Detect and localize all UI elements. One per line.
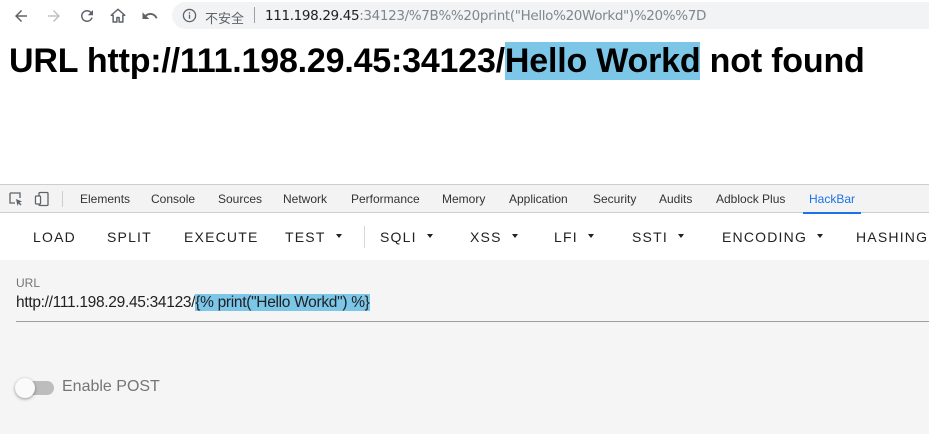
hackbar-body: URL http://111.198.29.45:34123/{% print(… [0, 260, 929, 434]
ssti-label: SSTI [632, 229, 668, 245]
tab-security[interactable]: Security [593, 185, 636, 213]
url-selected-text: {% print("Hello Workd") %} [195, 294, 370, 311]
xss-label: XSS [470, 229, 502, 245]
lfi-dropdown-icon [587, 234, 594, 239]
inspect-element-icon[interactable] [8, 191, 24, 207]
heading-highlight: Hello Workd [504, 42, 701, 80]
address-url[interactable]: 111.198.29.45:34123/%7B%%20print("Hello%… [265, 8, 706, 24]
address-bar[interactable]: 不安全 111.198.29.45:34123/%7B%%20print("He… [172, 2, 929, 29]
xss-dropdown-icon [511, 234, 518, 239]
devtools-tab-bar: Elements Console Sources Network Perform… [0, 185, 929, 214]
tab-elements[interactable]: Elements [80, 185, 130, 213]
hashing-menu[interactable]: HASHING [856, 229, 928, 245]
heading-prefix: URL http://111.198.29.45:34123/ [9, 42, 505, 80]
url-value: http://111.198.29.45:34123/ [16, 294, 196, 311]
test-dropdown-icon [335, 234, 342, 239]
url-path: :34123/%7B%%20print("Hello%20Workd")%20%… [359, 8, 707, 24]
back-button[interactable] [9, 4, 33, 28]
url-field-underline [16, 321, 929, 322]
hackbar-toolbar: LOAD SPLIT EXECUTE TEST SQLI XSS LFI SST… [0, 214, 929, 260]
enable-post-label[interactable]: Enable POST [62, 378, 160, 396]
url-field-label: URL [16, 276, 41, 290]
url-textarea[interactable]: http://111.198.29.45:34123/{% print("Hel… [16, 294, 370, 312]
undo-icon [142, 12, 158, 19]
home-button[interactable] [106, 4, 130, 28]
sqli-menu[interactable]: SQLI [380, 229, 433, 245]
heading-suffix: not found [700, 42, 865, 80]
tab-audits[interactable]: Audits [659, 185, 692, 213]
tab-adblock-plus[interactable]: Adblock Plus [716, 185, 785, 213]
forward-button[interactable] [42, 4, 66, 28]
sqli-label: SQLI [380, 229, 417, 245]
info-icon[interactable] [182, 8, 197, 23]
encoding-menu[interactable]: ENCODING [722, 229, 824, 245]
home-icon [110, 8, 126, 23]
ssti-menu[interactable]: SSTI [632, 229, 684, 245]
tab-console[interactable]: Console [151, 185, 195, 213]
xss-menu[interactable]: XSS [470, 229, 518, 245]
security-label[interactable]: 不安全 [205, 8, 244, 27]
ssti-dropdown-icon [677, 234, 684, 239]
device-toolbar-icon[interactable] [34, 191, 50, 207]
tab-application[interactable]: Application [509, 185, 568, 213]
tab-performance[interactable]: Performance [351, 185, 420, 213]
tab-memory[interactable]: Memory [442, 185, 485, 213]
page-heading: URL http://111.198.29.45:34123/Hello Wor… [9, 42, 865, 81]
test-label: TEST [285, 229, 326, 245]
devtools-panel: Elements Console Sources Network Perform… [0, 184, 929, 434]
encoding-dropdown-icon [817, 234, 824, 239]
forward-icon [48, 10, 60, 22]
undo-button[interactable] [138, 4, 162, 28]
lfi-label: LFI [554, 229, 578, 245]
encoding-label: ENCODING [722, 229, 808, 245]
tab-sources[interactable]: Sources [218, 185, 262, 213]
test-menu[interactable]: TEST [285, 229, 342, 245]
browser-toolbar: 不安全 111.198.29.45:34123/%7B%%20print("He… [0, 0, 929, 31]
hackbar-divider [364, 226, 365, 248]
tab-hackbar[interactable]: HackBar [802, 185, 862, 214]
execute-button[interactable]: EXECUTE [184, 229, 259, 245]
devtools-divider [62, 191, 63, 207]
enable-post-toggle-thumb[interactable] [15, 378, 35, 398]
url-host: 111.198.29.45 [265, 8, 360, 24]
reload-icon [80, 9, 93, 22]
split-button[interactable]: SPLIT [107, 229, 152, 245]
tab-network[interactable]: Network [283, 185, 327, 213]
lfi-menu[interactable]: LFI [554, 229, 594, 245]
load-button[interactable]: LOAD [33, 229, 76, 245]
sqli-dropdown-icon [426, 234, 433, 239]
reload-button[interactable] [75, 4, 99, 28]
address-divider [254, 7, 255, 23]
back-icon [15, 10, 27, 22]
